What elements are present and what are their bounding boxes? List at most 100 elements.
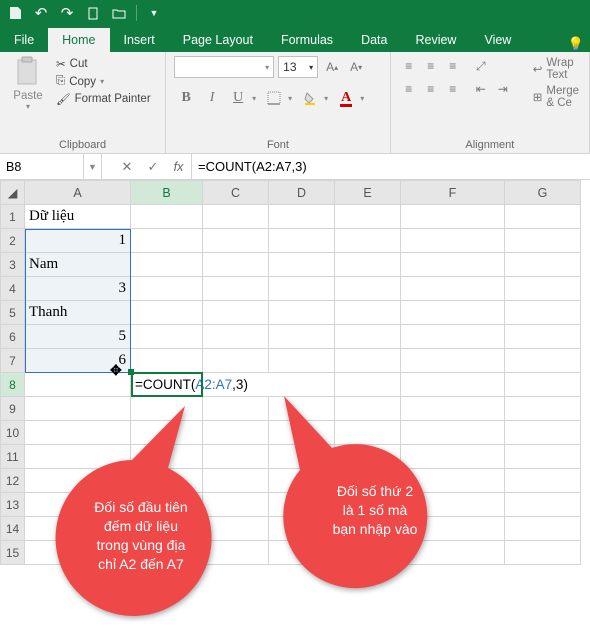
row-header-14[interactable]: 14 <box>1 517 25 541</box>
qat-customize-icon[interactable]: ▼ <box>143 2 165 24</box>
alignment-group-label: Alignment <box>399 137 581 151</box>
row-header-3[interactable]: 3 <box>1 253 25 277</box>
quick-access-toolbar: ↶ ↷ ▼ <box>0 0 590 26</box>
fill-color-button[interactable] <box>298 88 322 108</box>
fx-icon[interactable]: fx <box>166 154 192 179</box>
undo-icon[interactable]: ↶ <box>30 2 52 24</box>
italic-button[interactable]: I <box>200 88 224 108</box>
col-header-g[interactable]: G <box>505 181 581 205</box>
row-header-15[interactable]: 15 <box>1 541 25 565</box>
col-header-c[interactable]: C <box>203 181 269 205</box>
tab-formulas[interactable]: Formulas <box>267 28 347 52</box>
cell-a1[interactable]: Dữ liệu <box>25 205 131 229</box>
align-top-icon[interactable]: ≡ <box>399 56 419 76</box>
row-header-1[interactable]: 1 <box>1 205 25 229</box>
row-header-10[interactable]: 10 <box>1 421 25 445</box>
scissors-icon: ✂ <box>56 57 66 71</box>
copy-icon: ⎘ <box>56 75 65 88</box>
help-icon[interactable]: 💡 <box>568 36 584 52</box>
decrease-font-icon[interactable]: A▾ <box>346 57 366 77</box>
group-alignment: ≡ ≡ ≡ ⤢ ≡ ≡ ≡ ⇤ ⇥ ↩ Wrap Text <box>391 52 590 153</box>
callout-2: Đối số thứ 2 là 1 số mà bạn nhập vào <box>270 390 470 590</box>
tab-file[interactable]: File <box>0 28 48 52</box>
font-name-combo[interactable]: ▾ <box>174 56 274 78</box>
spreadsheet-grid: ◢ A B C D E F G 1Dữ liệu 21 3Nam 43 5Tha… <box>0 180 590 565</box>
format-painter-button[interactable]: 🖌 Format Painter <box>54 91 153 107</box>
ribbon: Paste ▾ ✂ Cut ⎘ Copy ▾ 🖌 Format Painter <box>0 52 590 154</box>
open-icon[interactable] <box>108 2 130 24</box>
bold-button[interactable]: B <box>174 88 198 108</box>
row-header-9[interactable]: 9 <box>1 397 25 421</box>
tab-review[interactable]: Review <box>401 28 470 52</box>
paste-button[interactable]: Paste ▾ <box>8 56 48 137</box>
cell-a6[interactable]: 5 <box>25 325 131 349</box>
row-header-5[interactable]: 5 <box>1 301 25 325</box>
tab-data[interactable]: Data <box>347 28 401 52</box>
align-right-icon[interactable]: ≡ <box>443 79 463 99</box>
font-color-button[interactable]: A <box>334 88 358 108</box>
font-size-combo[interactable]: 13▾ <box>278 56 318 78</box>
row-header-12[interactable]: 12 <box>1 469 25 493</box>
row-header-7[interactable]: 7 <box>1 349 25 373</box>
align-center-icon[interactable]: ≡ <box>421 79 441 99</box>
formula-input[interactable]: =COUNT(A2:A7,3) <box>192 154 590 179</box>
cut-button[interactable]: ✂ Cut <box>54 56 153 72</box>
wrap-label: Wrap Text <box>546 57 579 81</box>
paste-label: Paste <box>13 90 42 102</box>
align-left-icon[interactable]: ≡ <box>399 79 419 99</box>
cell-a3[interactable]: Nam <box>25 253 131 277</box>
name-box-dropdown-icon[interactable]: ▼ <box>84 154 102 179</box>
save-icon[interactable] <box>4 2 26 24</box>
cell-a4[interactable]: 3 <box>25 277 131 301</box>
formula-prefix: =COUNT( <box>135 377 195 392</box>
wrap-text-button[interactable]: ↩ Wrap Text <box>531 56 581 82</box>
align-bottom-icon[interactable]: ≡ <box>443 56 463 76</box>
redo-icon[interactable]: ↷ <box>56 2 78 24</box>
row-header-8[interactable]: 8 <box>1 373 25 397</box>
col-header-b[interactable]: B <box>131 181 203 205</box>
tab-insert[interactable]: Insert <box>110 28 169 52</box>
merge-button[interactable]: ⊞ Merge & Ce <box>531 84 581 110</box>
cell-a5[interactable]: Thanh <box>25 301 131 325</box>
select-all-corner[interactable]: ◢ <box>1 181 25 205</box>
cancel-formula-icon[interactable]: ✕ <box>114 154 140 179</box>
name-box[interactable]: B8 <box>0 154 84 179</box>
increase-indent-icon[interactable]: ⇥ <box>493 79 513 99</box>
cell-a7[interactable]: 6 <box>25 349 131 373</box>
cell-a8[interactable] <box>25 373 131 397</box>
tab-view[interactable]: View <box>470 28 525 52</box>
copy-label: Copy <box>69 76 96 88</box>
col-header-d[interactable]: D <box>269 181 335 205</box>
orientation-icon[interactable]: ⤢ <box>471 56 491 76</box>
callout-1: Đối số đầu tiên đếm dữ liệu trong vùng đ… <box>40 398 240 618</box>
callout-1-text: Đối số đầu tiên đếm dữ liệu trong vùng đ… <box>76 498 206 574</box>
underline-button[interactable]: U <box>226 88 250 108</box>
border-button[interactable] <box>262 88 286 108</box>
tab-home[interactable]: Home <box>48 28 109 52</box>
col-header-f[interactable]: F <box>401 181 505 205</box>
row-header-2[interactable]: 2 <box>1 229 25 253</box>
increase-font-icon[interactable]: A▴ <box>322 57 342 77</box>
selection-handle[interactable] <box>128 369 134 375</box>
row-header-6[interactable]: 6 <box>1 325 25 349</box>
align-middle-icon[interactable]: ≡ <box>421 56 441 76</box>
cell-b1[interactable] <box>131 205 203 229</box>
clipboard-group-label: Clipboard <box>8 137 157 151</box>
row-header-13[interactable]: 13 <box>1 493 25 517</box>
copy-button[interactable]: ⎘ Copy ▾ <box>54 74 153 89</box>
cell-a2[interactable]: 1 <box>25 229 131 253</box>
group-font: ▾ 13▾ A▴ A▾ B I U ▾ ▾ ▾ A ▾ Font <box>166 52 391 153</box>
cell-b2[interactable] <box>131 229 203 253</box>
new-icon[interactable] <box>82 2 104 24</box>
tab-page-layout[interactable]: Page Layout <box>169 28 267 52</box>
col-header-a[interactable]: A <box>25 181 131 205</box>
wrap-icon: ↩ <box>533 62 543 76</box>
row-header-4[interactable]: 4 <box>1 277 25 301</box>
font-group-label: Font <box>174 137 382 151</box>
enter-formula-icon[interactable]: ✓ <box>140 154 166 179</box>
decrease-indent-icon[interactable]: ⇤ <box>471 79 491 99</box>
row-header-11[interactable]: 11 <box>1 445 25 469</box>
formula-range: A2:A7 <box>195 377 232 392</box>
group-clipboard: Paste ▾ ✂ Cut ⎘ Copy ▾ 🖌 Format Painter <box>0 52 166 153</box>
col-header-e[interactable]: E <box>335 181 401 205</box>
